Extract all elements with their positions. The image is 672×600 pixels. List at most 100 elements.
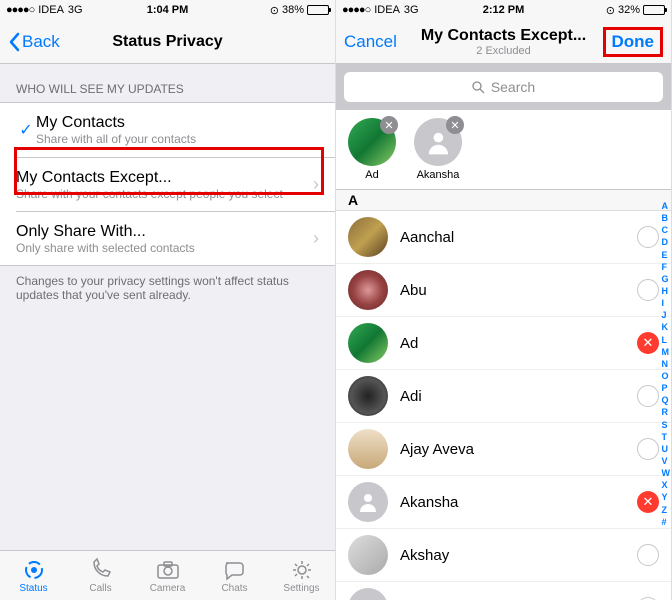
- avatar: [348, 376, 388, 416]
- select-circle[interactable]: [637, 438, 659, 460]
- index-letter[interactable]: X: [662, 479, 671, 491]
- status-privacy-screen: ●●●●○ IDEA 3G 1:04 PM ⊙ 38% Back Status …: [0, 0, 336, 600]
- search-input[interactable]: Search: [344, 72, 663, 102]
- done-button[interactable]: Done: [603, 27, 664, 57]
- clock-label: 2:12 PM: [483, 4, 525, 16]
- index-letter[interactable]: P: [662, 382, 671, 394]
- contacts-list[interactable]: Aanchal Abu Ad✕ Adi Ajay Aveva Akansha ✕ Akshay…: [336, 211, 671, 600]
- page-subtitle: 2 Excluded: [421, 45, 586, 57]
- page-title: My Contacts Except...: [421, 27, 586, 45]
- index-letter[interactable]: N: [662, 358, 671, 370]
- index-letter[interactable]: B: [662, 212, 671, 224]
- index-letter[interactable]: J: [662, 309, 671, 321]
- battery-icon: [307, 5, 329, 15]
- privacy-options-list: ✓ My Contacts Share with all of your con…: [0, 102, 335, 266]
- contact-row[interactable]: Akshay: [336, 529, 671, 582]
- tab-label: Camera: [150, 583, 186, 594]
- index-letter[interactable]: D: [662, 236, 671, 248]
- index-letter[interactable]: S: [662, 419, 671, 431]
- contact-name: Akansha: [400, 494, 625, 511]
- contact-name: Akansha: [417, 169, 460, 181]
- section-header: WHO WILL SEE MY UPDATES: [0, 64, 335, 102]
- tab-label: Settings: [283, 583, 319, 594]
- battery-pct-label: 32%: [618, 4, 640, 16]
- chevron-right-icon: ›: [313, 174, 319, 195]
- alpha-index-bar[interactable]: ABCDEFGHIJKLMNOPQRSTUVWXYZ#: [662, 200, 671, 528]
- contact-row[interactable]: Aanchal: [336, 211, 671, 264]
- contact-name: Adi: [400, 388, 625, 405]
- search-placeholder: Search: [491, 79, 535, 95]
- contact-row[interactable]: Akshay Delhi: [336, 582, 671, 600]
- alarm-icon: ⊙: [270, 4, 279, 17]
- avatar: [348, 535, 388, 575]
- index-letter[interactable]: H: [662, 285, 671, 297]
- option-my-contacts-except[interactable]: My Contacts Except... Share with your co…: [16, 157, 335, 211]
- cancel-label: Cancel: [344, 32, 397, 52]
- section-index-header: A: [336, 190, 671, 211]
- index-letter[interactable]: I: [662, 297, 671, 309]
- deselect-icon[interactable]: ✕: [637, 491, 659, 513]
- index-letter[interactable]: T: [662, 431, 671, 443]
- page-title: Status Privacy: [112, 33, 222, 51]
- index-letter[interactable]: Q: [662, 394, 671, 406]
- search-icon: [472, 81, 485, 94]
- contact-row[interactable]: Akansha ✕: [336, 476, 671, 529]
- index-letter[interactable]: A: [662, 200, 671, 212]
- option-only-share-with[interactable]: Only Share With... Only share with selec…: [16, 211, 335, 265]
- index-letter[interactable]: M: [662, 346, 671, 358]
- avatar: [348, 588, 388, 600]
- index-letter[interactable]: Z: [662, 504, 671, 516]
- option-title: My Contacts Except...: [16, 169, 313, 187]
- select-circle[interactable]: [637, 544, 659, 566]
- deselect-icon[interactable]: ✕: [637, 332, 659, 354]
- index-letter[interactable]: Y: [662, 491, 671, 503]
- signal-dots-icon: ●●●●○: [342, 4, 370, 16]
- index-letter[interactable]: #: [662, 516, 671, 528]
- battery-pct-label: 38%: [282, 4, 304, 16]
- alarm-icon: ⊙: [606, 4, 615, 17]
- index-letter[interactable]: E: [662, 249, 671, 261]
- phone-icon: [88, 558, 114, 582]
- index-letter[interactable]: O: [662, 370, 671, 382]
- chats-icon: [222, 558, 248, 582]
- index-letter[interactable]: C: [662, 224, 671, 236]
- index-letter[interactable]: F: [662, 261, 671, 273]
- tab-calls[interactable]: Calls: [67, 551, 134, 600]
- index-letter[interactable]: W: [662, 467, 671, 479]
- index-letter[interactable]: V: [662, 455, 671, 467]
- selected-contact[interactable]: ✕ Ad: [348, 118, 396, 181]
- option-title: Only Share With...: [16, 223, 313, 241]
- contact-row[interactable]: Ad✕: [336, 317, 671, 370]
- network-label: 3G: [68, 4, 83, 16]
- option-title: My Contacts: [36, 114, 319, 132]
- index-letter[interactable]: R: [662, 406, 671, 418]
- tab-label: Chats: [221, 583, 247, 594]
- contact-row[interactable]: Adi: [336, 370, 671, 423]
- option-my-contacts[interactable]: ✓ My Contacts Share with all of your con…: [0, 103, 335, 157]
- index-letter[interactable]: U: [662, 443, 671, 455]
- contact-row[interactable]: Ajay Aveva: [336, 423, 671, 476]
- tab-settings[interactable]: Settings: [268, 551, 335, 600]
- contact-name: Abu: [400, 282, 625, 299]
- select-circle[interactable]: [637, 226, 659, 248]
- select-circle[interactable]: [637, 279, 659, 301]
- footer-note: Changes to your privacy settings won't a…: [0, 266, 335, 310]
- cancel-button[interactable]: Cancel: [344, 32, 397, 52]
- remove-icon[interactable]: ✕: [380, 116, 398, 134]
- contact-row[interactable]: Abu: [336, 264, 671, 317]
- done-label: Done: [612, 32, 655, 52]
- carrier-label: IDEA: [38, 4, 64, 16]
- avatar: [348, 482, 388, 522]
- selected-contact[interactable]: ✕ Akansha: [414, 118, 462, 181]
- tab-status[interactable]: Status: [0, 551, 67, 600]
- tab-chats[interactable]: Chats: [201, 551, 268, 600]
- select-circle[interactable]: [637, 385, 659, 407]
- index-letter[interactable]: G: [662, 273, 671, 285]
- remove-icon[interactable]: ✕: [446, 116, 464, 134]
- back-button[interactable]: Back: [8, 32, 60, 52]
- avatar: [348, 429, 388, 469]
- index-letter[interactable]: K: [662, 321, 671, 333]
- network-label: 3G: [404, 4, 419, 16]
- index-letter[interactable]: L: [662, 334, 671, 346]
- tab-camera[interactable]: Camera: [134, 551, 201, 600]
